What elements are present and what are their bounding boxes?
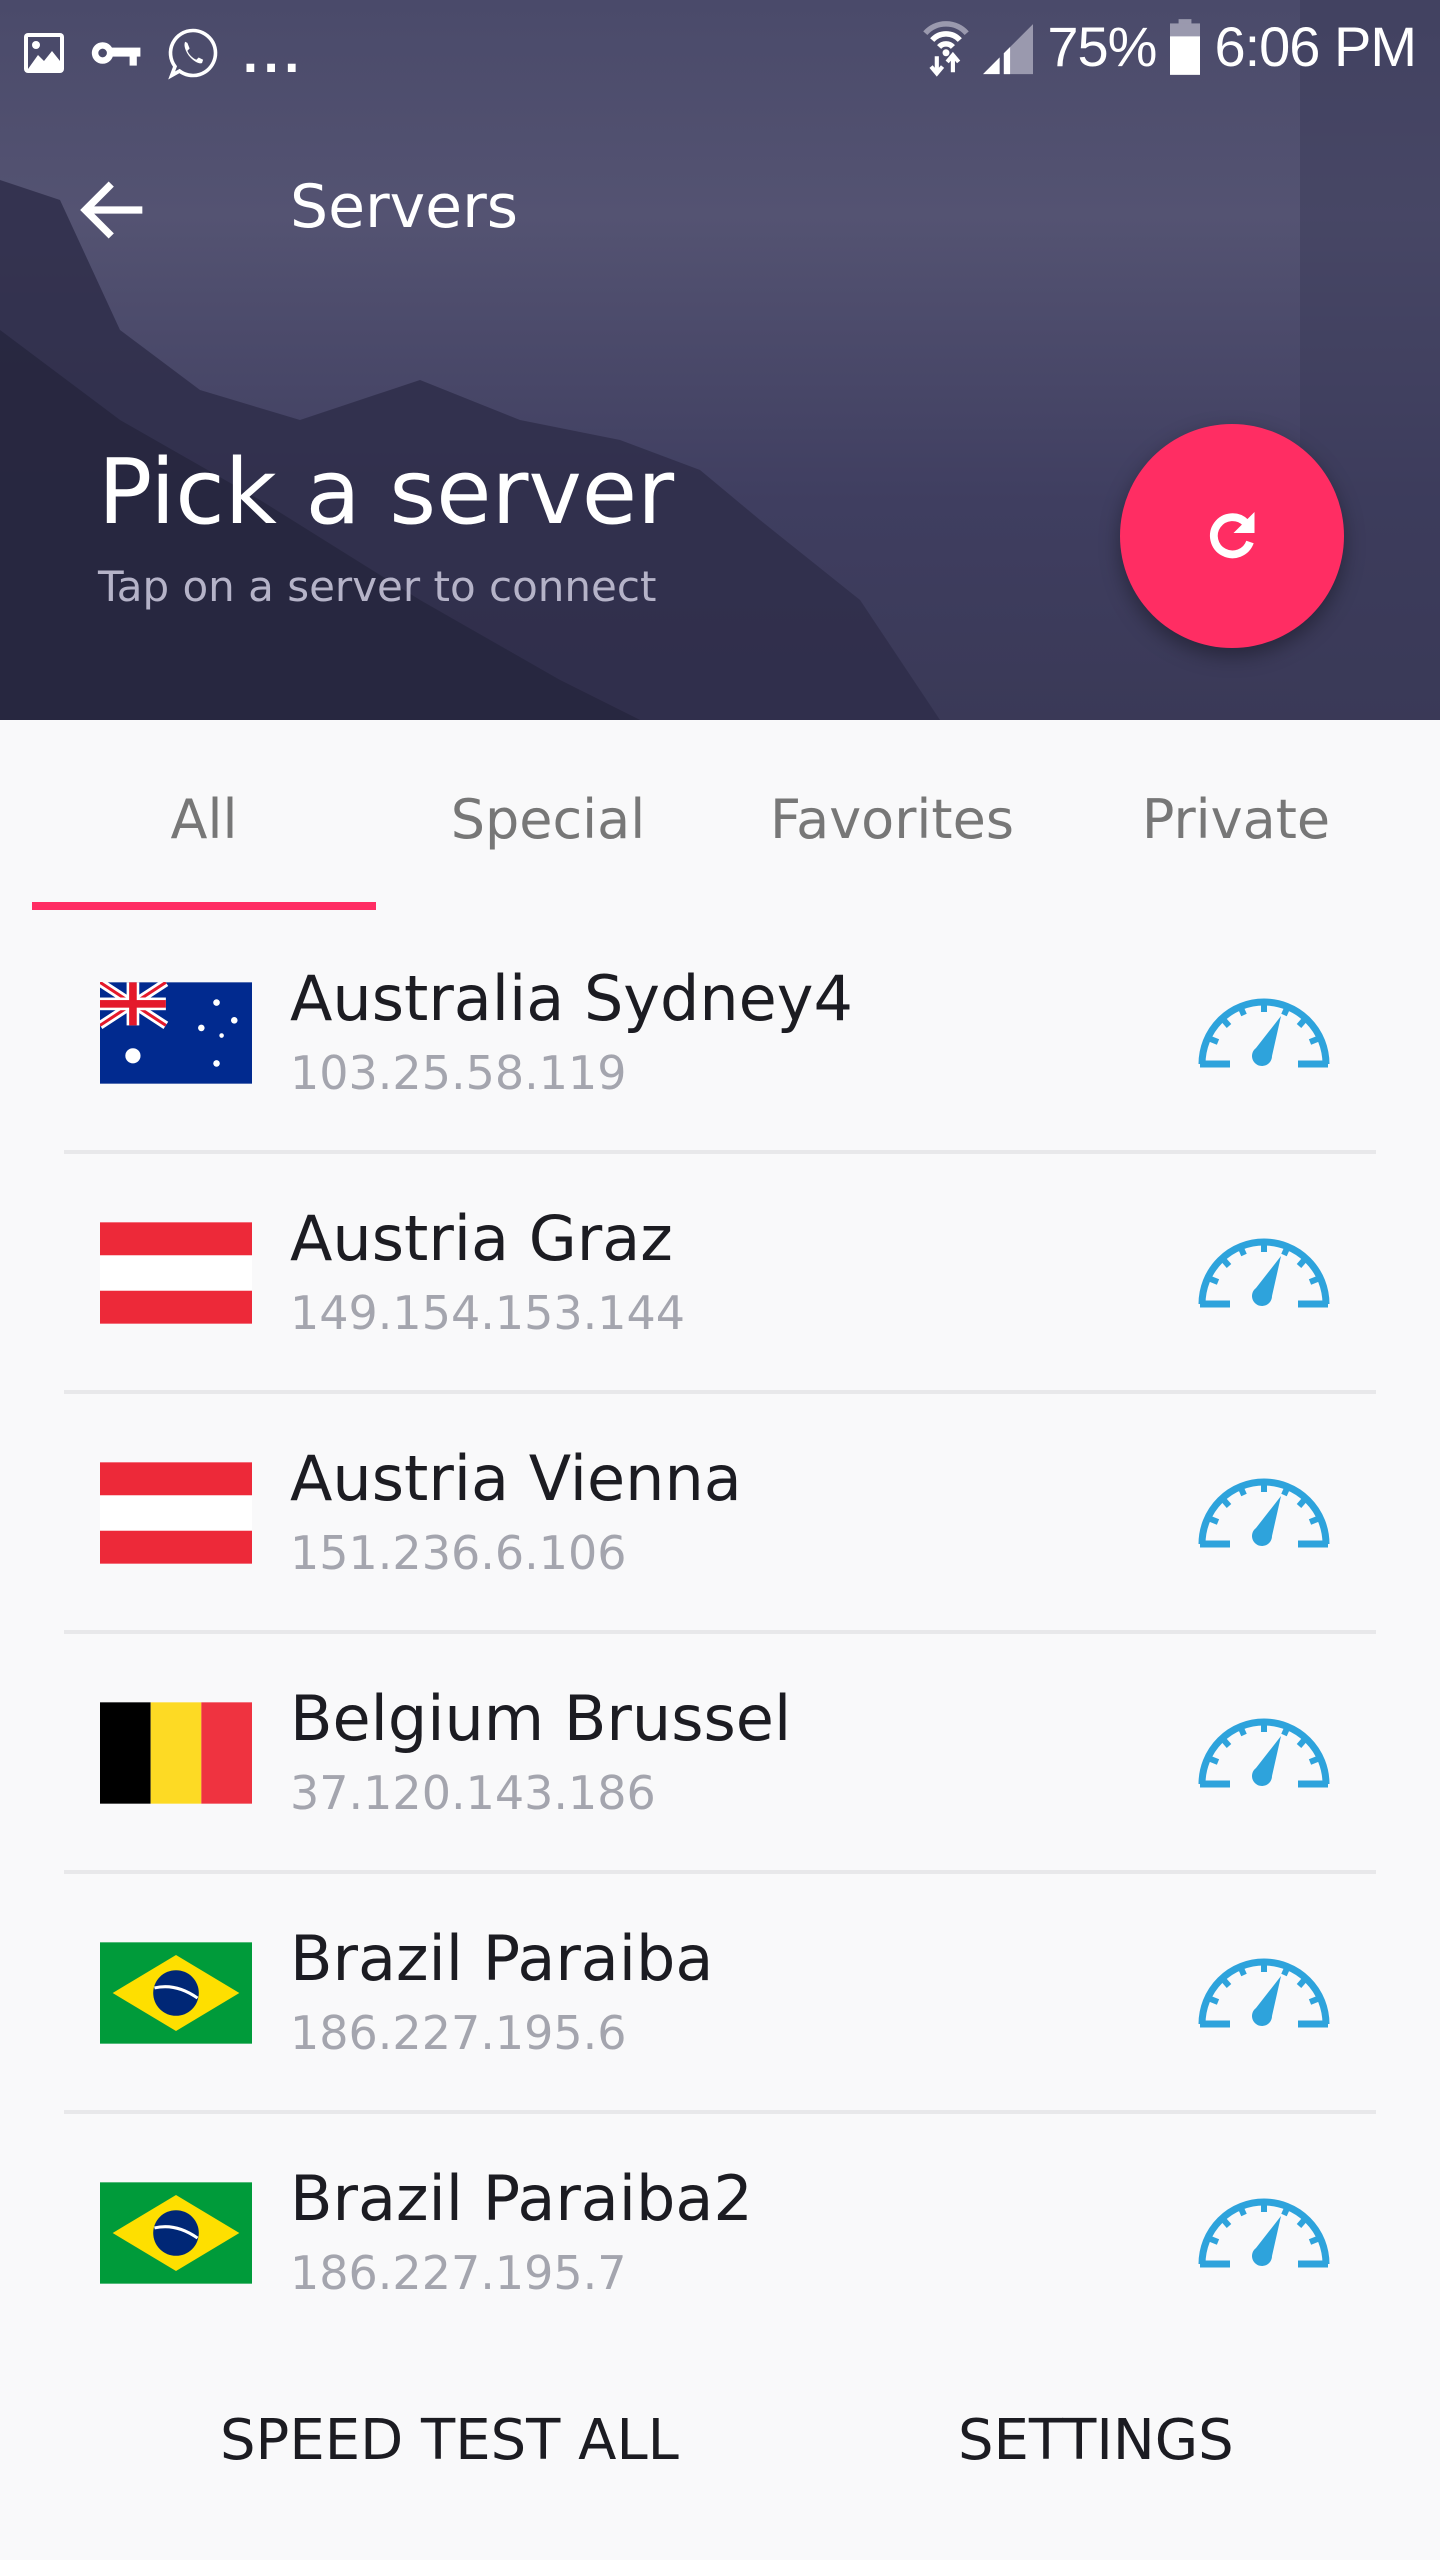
wifi-data-icon: [923, 20, 970, 77]
server-row[interactable]: Brazil Paraiba2 186.227.195.7: [64, 2112, 1376, 2350]
server-ip: 186.227.195.6: [290, 2006, 627, 2060]
speed-gauge-icon[interactable]: [1196, 1466, 1332, 1552]
server-ip: 186.227.195.7: [290, 2246, 627, 2300]
battery-icon: [1170, 18, 1201, 75]
server-name: Belgium Brussel: [290, 1682, 792, 1755]
flag-belgium-icon: [100, 1702, 252, 1804]
more-notifications-indicator: ...: [242, 32, 305, 83]
server-ip: 151.236.6.106: [290, 1526, 627, 1580]
subheading: Tap on a server to connect: [98, 562, 657, 611]
speed-gauge-icon[interactable]: [1196, 1706, 1332, 1792]
speed-test-all-button[interactable]: SPEED TEST ALL: [220, 2408, 679, 2473]
tab-private[interactable]: Private: [1064, 788, 1408, 851]
clock: 6:06 PM: [1214, 15, 1417, 78]
battery-percent: 75%: [1047, 15, 1157, 78]
server-name: Brazil Paraiba2: [290, 2162, 753, 2235]
speed-gauge-icon[interactable]: [1196, 1946, 1332, 2032]
settings-button[interactable]: SETTINGS: [958, 2408, 1234, 2473]
refresh-button[interactable]: [1120, 424, 1344, 648]
server-ip: 103.25.58.119: [290, 1046, 627, 1100]
status-bar: ... 75% 6:06 PM: [0, 0, 1440, 100]
tab-favorites[interactable]: Favorites: [720, 788, 1064, 851]
flag-australia-icon: [100, 982, 252, 1084]
server-name: Austria Vienna: [290, 1442, 742, 1515]
gallery-icon: [24, 32, 64, 73]
server-name: Australia Sydney4: [290, 962, 853, 1035]
flag-austria-icon: [100, 1222, 252, 1324]
server-ip: 149.154.153.144: [290, 1286, 686, 1340]
whatsapp-icon: [168, 28, 218, 80]
server-name: Brazil Paraiba: [290, 1922, 714, 1995]
flag-brazil-icon: [100, 2182, 252, 2284]
header: ... 75% 6:06 PM Servers Pick a server Ta…: [0, 0, 1440, 720]
back-arrow-icon[interactable]: [72, 170, 152, 250]
server-row[interactable]: Australia Sydney4 103.25.58.119: [64, 912, 1376, 1154]
heading: Pick a server: [98, 440, 675, 545]
server-row[interactable]: Austria Vienna 151.236.6.106: [64, 1392, 1376, 1634]
tab-all[interactable]: All: [32, 788, 376, 851]
active-tab-indicator: [32, 902, 376, 910]
speed-gauge-icon[interactable]: [1196, 986, 1332, 1072]
signal-icon: [983, 23, 1034, 74]
server-ip: 37.120.143.186: [290, 1766, 656, 1820]
flag-brazil-icon: [100, 1942, 252, 2044]
flag-austria-icon: [100, 1462, 252, 1564]
speed-gauge-icon[interactable]: [1196, 2186, 1332, 2272]
speed-gauge-icon[interactable]: [1196, 1226, 1332, 1312]
server-tabs: All Special Favorites Private: [0, 720, 1440, 910]
tab-special[interactable]: Special: [376, 788, 720, 851]
page-title: Servers: [290, 172, 519, 242]
server-name: Austria Graz: [290, 1202, 673, 1275]
server-row[interactable]: Austria Graz 149.154.153.144: [64, 1152, 1376, 1394]
server-row[interactable]: Belgium Brussel 37.120.143.186: [64, 1632, 1376, 1874]
vpn-key-icon: [91, 41, 141, 66]
server-row[interactable]: Brazil Paraiba 186.227.195.6: [64, 1872, 1376, 2114]
refresh-icon: [1210, 512, 1255, 559]
